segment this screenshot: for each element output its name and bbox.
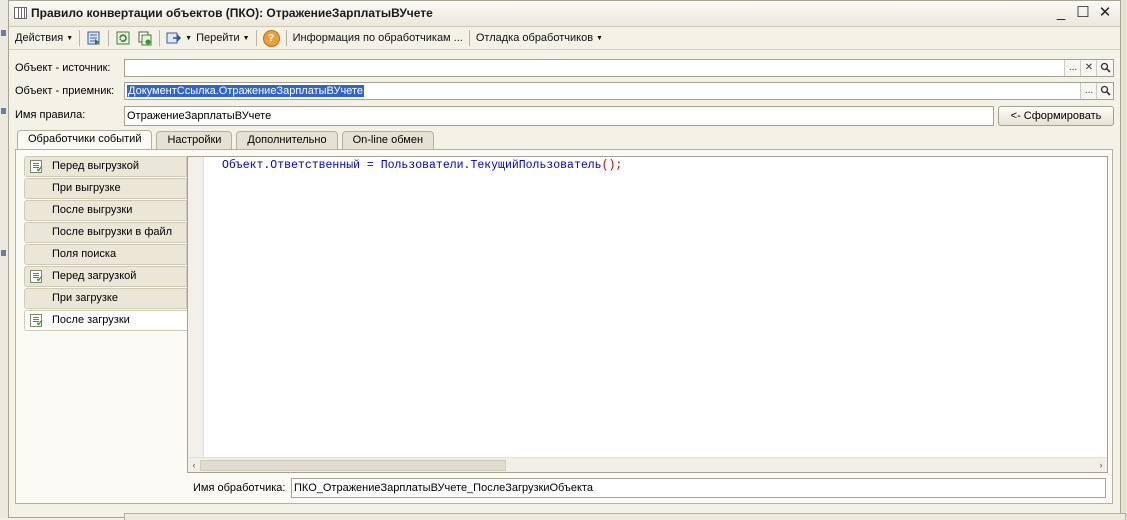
event-list: Перед выгрузкой При выгрузке После выгру… [24,156,188,332]
minimize-button[interactable]: _ [1050,4,1072,22]
rule-name-field[interactable]: ОтражениеЗарплатыВУчете [124,106,994,126]
source-object-field[interactable]: ... ✕ [124,59,1114,77]
event-item-after-import[interactable]: После загрузки [24,310,188,331]
close-button[interactable]: ✕ [1094,4,1116,22]
source-select-button[interactable]: ... [1064,60,1081,76]
event-item-after-export-to-file[interactable]: После выгрузки в файл [24,222,187,243]
toolbar-separator [79,30,81,46]
edge-mark [1,30,6,36]
save-close-icon [87,31,100,45]
window-controls: _ ☐ ✕ [1050,4,1116,22]
event-item-on-export[interactable]: При выгрузке [24,178,187,199]
target-object-value: ДокументСсылка.ОтражениеЗарплатыВУчете [127,85,364,97]
bottom-panel-edge [124,513,1126,520]
goto-menu[interactable]: ▼ Перейти ▼ [163,29,252,47]
tab-settings[interactable]: Настройки [156,131,233,149]
help-icon: ? [262,29,280,47]
code-parens: (); [601,159,623,172]
source-clear-button[interactable]: ✕ [1080,60,1097,76]
table-icon [14,7,27,19]
edge-mark [1,108,6,114]
generate-button[interactable]: <- Сформировать [998,106,1114,126]
event-label: После выгрузки в файл [52,226,173,238]
editor-gutter [188,157,204,457]
toolbar: Действия ▼ ▼ Перейти ▼ ? Информация по обр… [9,27,1120,50]
copy-button[interactable] [134,29,156,47]
toolbar-separator [255,30,257,46]
window-title: Правило конвертации объектов (ПКО): Отра… [31,6,433,20]
event-label: При выгрузке [52,182,121,194]
handler-set-icon [30,160,44,174]
event-label: Поля поиска [52,248,117,260]
event-label: Перед загрузкой [52,270,137,282]
help-button[interactable]: ? [260,29,283,47]
handler-name-label: Имя обработчика: [193,482,286,494]
dropdown-arrow-icon: ▼ [185,34,193,42]
handler-name-field[interactable]: ПКО_ОтражениеЗарплатыВУчете_ПослеЗагрузк… [291,478,1106,498]
goto-arrow-icon [166,32,182,44]
dropdown-arrow-icon: ▼ [66,34,74,42]
rule-name-label: Имя правила: [15,109,86,121]
toolbar-separator [108,30,110,46]
toolbar-separator [285,30,287,46]
target-object-label: Объект - приемник: [15,85,115,97]
scroll-left-icon[interactable]: ‹ [188,458,200,472]
code-statement: Объект.Ответственный = Пользователи.Теку… [222,159,602,172]
magnifier-icon [1100,62,1111,73]
source-search-button[interactable] [1096,60,1113,76]
title-bar[interactable]: Правило конвертации объектов (ПКО): Отра… [9,1,1120,27]
goto-label: Перейти [196,32,240,44]
horizontal-scrollbar[interactable]: ‹ › [188,457,1107,472]
edge-mark [1,250,6,256]
code-line: Объект.Ответственный = Пользователи.Теку… [222,159,622,172]
event-item-after-export[interactable]: После выгрузки [24,200,187,221]
event-item-search-fields[interactable]: Поля поиска [24,244,187,265]
target-search-button[interactable] [1096,83,1113,99]
debug-handlers-menu[interactable]: Отладка обработчиков ▼ [473,29,606,47]
rule-name-value: ОтражениеЗарплатыВУчете [127,110,272,122]
debug-handlers-label: Отладка обработчиков [475,32,594,44]
handler-set-icon [30,270,44,284]
actions-label: Действия [15,32,64,44]
event-item-before-export[interactable]: Перед выгрузкой [24,156,187,177]
code-editor[interactable]: Объект.Ответственный = Пользователи.Теку… [187,156,1108,473]
toolbar-separator [468,30,470,46]
event-label: После загрузки [52,314,130,326]
refresh-icon [116,31,130,45]
tab-online-exchange[interactable]: On-line обмен [341,131,435,149]
handler-name-value: ПКО_ОтражениеЗарплатыВУчете_ПослеЗагрузк… [294,482,593,494]
event-label: Перед выгрузкой [52,160,139,172]
handlers-info-button[interactable]: Информация по обработчикам ... [290,29,466,47]
magnifier-icon [1100,85,1111,96]
dropdown-arrow-icon: ▼ [596,34,603,42]
rule-window: Правило конвертации объектов (ПКО): Отра… [8,0,1126,520]
source-object-label: Объект - источник: [15,62,111,74]
toolbar-separator [159,30,161,46]
event-item-on-import[interactable]: При загрузке [24,288,187,309]
scrollbar-thumb[interactable] [200,460,506,471]
copy-icon [138,31,152,46]
actions-menu[interactable]: Действия ▼ [12,29,76,47]
refresh-button[interactable] [112,29,134,47]
dropdown-arrow-icon: ▼ [242,34,250,42]
scroll-right-icon[interactable]: › [1095,458,1107,472]
tab-bar: Обработчики событий Настройки Дополнител… [17,130,438,150]
target-select-button[interactable]: ... [1080,83,1097,99]
event-label: После выгрузки [52,204,133,216]
maximize-button[interactable]: ☐ [1072,4,1094,22]
tab-event-handlers[interactable]: Обработчики событий [17,130,153,150]
write-close-button[interactable] [83,29,105,47]
background-window-edge-right [1120,0,1127,518]
event-label: При загрузке [52,292,118,304]
target-object-field[interactable]: ДокументСсылка.ОтражениеЗарплатыВУчете .… [124,82,1114,100]
handler-set-icon [30,314,44,328]
tab-additional[interactable]: Дополнительно [236,131,338,149]
event-item-before-import[interactable]: Перед загрузкой [24,266,187,287]
